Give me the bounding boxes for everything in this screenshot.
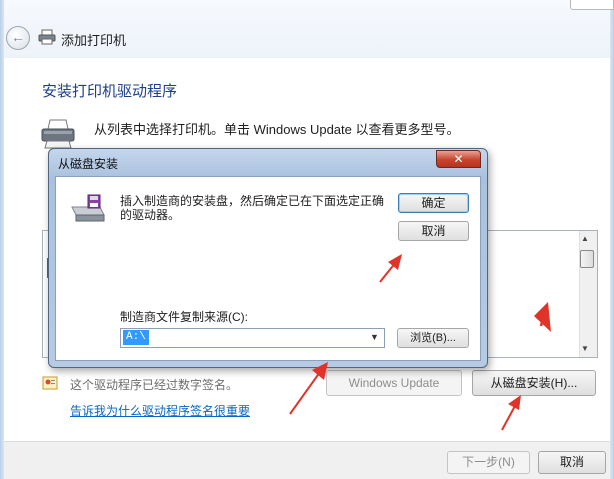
annotation-arrowhead [534,302,551,332]
annotation-arrow [501,403,517,431]
annotation-arrow [289,371,321,415]
annotation-arrows [289,254,551,431]
annotation-arrowhead [312,362,328,380]
annotation-arrowhead [388,254,402,270]
